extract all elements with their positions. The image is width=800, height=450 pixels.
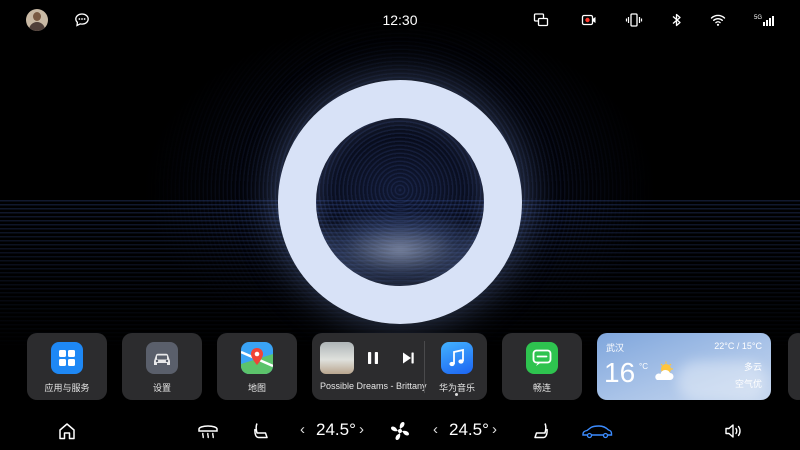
page-indicator-dot: [455, 393, 458, 396]
car-settings-icon: [146, 342, 178, 374]
dock-app-label: 应用与服务: [44, 383, 90, 393]
clock: 12:30: [382, 12, 418, 28]
music-widget[interactable]: Possible Dreams - Brittany 华为音乐: [312, 333, 487, 400]
wallpaper-ring: [278, 80, 522, 324]
dock-app-label: 畅连: [532, 383, 551, 393]
dock-app-map[interactable]: 地图: [217, 333, 297, 400]
weather-widget[interactable]: 武汉 22°C / 15°C 16 °C 多云 空气优: [597, 333, 771, 400]
next-track-icon[interactable]: [397, 347, 419, 369]
map-icon: [241, 342, 273, 374]
pause-icon[interactable]: [362, 347, 384, 369]
huawei-music-icon[interactable]: [441, 342, 473, 374]
status-bar: 12:30 5G: [0, 0, 800, 40]
fan-icon[interactable]: [389, 420, 411, 442]
album-cover[interactable]: [320, 342, 354, 374]
avatar[interactable]: [26, 9, 48, 31]
vehicle-status-icon[interactable]: [581, 420, 613, 442]
dock-next-card[interactable]: [788, 333, 800, 400]
passenger-temp-up-chevron-icon[interactable]: ›: [492, 421, 497, 438]
music-divider: [424, 341, 425, 393]
music-title: Possible Dreams - Brittany: [320, 381, 427, 391]
driver-temp-down-chevron-icon[interactable]: ‹: [300, 421, 305, 438]
wifi-icon[interactable]: [709, 11, 727, 29]
passenger-temperature: 24.5°: [449, 420, 489, 439]
weather-condition: 多云: [743, 362, 762, 372]
dock-app-label: 地图: [247, 383, 266, 393]
passenger-temp-down-chevron-icon[interactable]: ‹: [433, 421, 438, 438]
volume-icon[interactable]: [722, 420, 744, 442]
partly-cloudy-icon: [651, 361, 677, 383]
cellular-signal-icon: 5G: [754, 11, 776, 29]
weather-temperature: 16: [604, 357, 636, 388]
dock-app-connect[interactable]: 畅连: [502, 333, 582, 400]
vibrate-icon[interactable]: [625, 11, 643, 29]
apps-grid-icon: [51, 342, 83, 374]
dock: 应用与服务 设置 地图 Possible Dreams - Brittany 华…: [0, 333, 800, 400]
meetime-icon: [526, 342, 558, 374]
air-quality: 空气优: [734, 379, 762, 389]
driver-seat-heat-icon[interactable]: [250, 420, 272, 442]
rear-defrost-icon[interactable]: [197, 420, 219, 442]
driver-temp-up-chevron-icon[interactable]: ›: [359, 421, 364, 438]
weather-city: 武汉: [606, 343, 625, 353]
recording-icon[interactable]: [580, 11, 598, 29]
dock-app-settings[interactable]: 设置: [122, 333, 202, 400]
home-icon[interactable]: [56, 420, 78, 442]
signal-label: 5G: [754, 15, 762, 21]
bluetooth-icon[interactable]: [668, 11, 686, 29]
weather-unit: °C: [639, 362, 648, 371]
message-icon[interactable]: [73, 11, 91, 29]
driver-temperature: 24.5°: [316, 420, 356, 439]
weather-range: 22°C / 15°C: [714, 341, 762, 351]
dock-app-apps-services[interactable]: 应用与服务: [27, 333, 107, 400]
dock-app-label: 设置: [152, 383, 171, 393]
screen-projection-icon[interactable]: [532, 11, 550, 29]
music-app-label: 华为音乐: [438, 383, 475, 393]
passenger-seat-heat-icon[interactable]: [530, 420, 552, 442]
